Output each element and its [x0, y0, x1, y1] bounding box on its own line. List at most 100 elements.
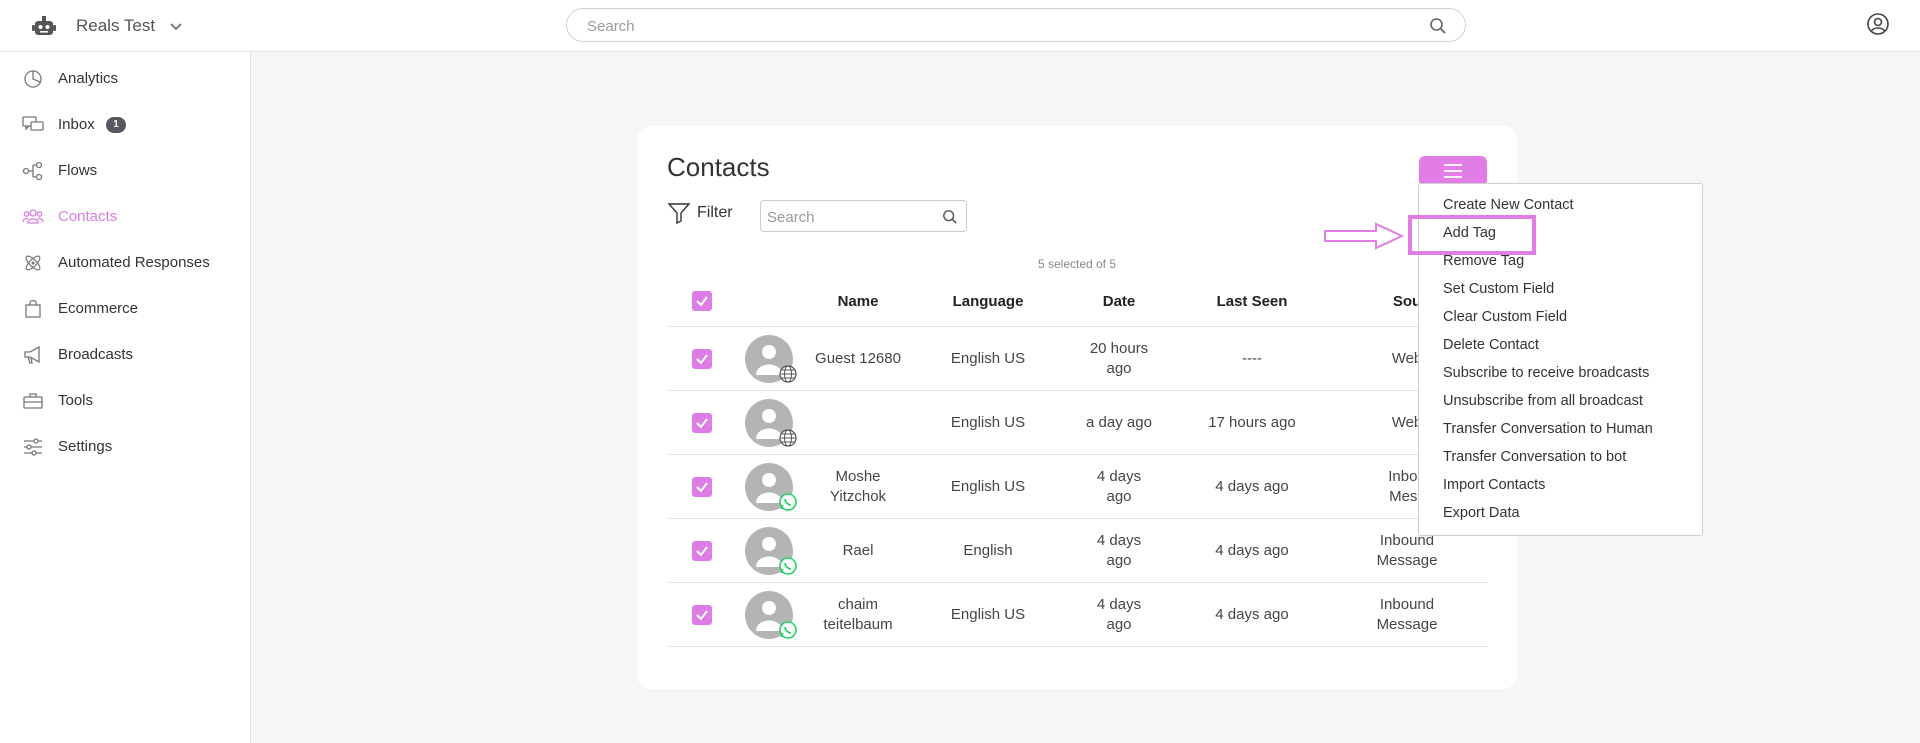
filter-button[interactable]: Filter [667, 200, 733, 226]
people-icon [22, 209, 44, 224]
checkmark-icon [696, 482, 708, 493]
table-row[interactable]: Moshe Yitzchok English US 4 days ago 4 day… [667, 455, 1487, 519]
contact-last-seen: 4 days ago [1215, 606, 1289, 623]
chevron-down-icon [170, 23, 182, 31]
contacts-search [760, 200, 967, 232]
contact-last-seen: 4 days ago [1215, 542, 1289, 559]
table-row[interactable]: Rael English 4 days ago 4 days ago Inboun… [667, 519, 1487, 583]
robot-icon [32, 16, 56, 35]
contact-language: English US [950, 606, 1026, 623]
global-search-input[interactable] [587, 15, 1407, 37]
row-checkbox[interactable] [692, 413, 712, 433]
workspace-switcher[interactable]: Reals Test [30, 10, 183, 42]
avatar [745, 335, 797, 383]
table-header-row: Name Language Date Last Seen Sou [667, 276, 1487, 327]
account-icon[interactable] [1866, 12, 1890, 36]
page-title: Contacts [667, 152, 770, 182]
sidebar-item-label: Automated Responses [58, 254, 210, 271]
menu-item-clear-custom-field[interactable]: Clear Custom Field [1443, 309, 1567, 325]
menu-item-transfer-to-human[interactable]: Transfer Conversation to Human [1443, 421, 1653, 437]
contact-name[interactable]: Rael [798, 541, 918, 561]
avatar [745, 399, 797, 447]
menu-item-unsubscribe-broadcasts[interactable]: Unsubscribe from all broadcast [1443, 393, 1643, 409]
table-row[interactable]: chaim teitelbaum English US 4 days ago 4 d… [667, 583, 1487, 647]
select-all-checkbox[interactable] [692, 291, 712, 311]
contact-language: English US [950, 414, 1026, 431]
contact-source: Inbound Message [1376, 596, 1438, 633]
sidebar-item-broadcasts[interactable]: Broadcasts [0, 333, 250, 377]
menu-item-remove-tag[interactable]: Remove Tag [1443, 253, 1524, 269]
atom-icon [25, 255, 41, 271]
sliders-icon [24, 438, 42, 456]
funnel-icon [667, 203, 691, 225]
actions-menu-button[interactable] [1419, 156, 1487, 186]
chat-bubbles-icon [22, 116, 44, 131]
row-checkbox[interactable] [692, 605, 712, 625]
contacts-card: Contacts Filter 5 selected of 5 Name Lan… [637, 126, 1517, 689]
contacts-search-input[interactable] [767, 207, 927, 227]
web-globe-icon [779, 365, 797, 383]
sidebar-item-ecommerce[interactable]: Ecommerce [0, 287, 250, 331]
column-header-date[interactable]: Date [1069, 293, 1169, 310]
row-checkbox[interactable] [692, 541, 712, 561]
web-globe-icon [779, 429, 797, 447]
menu-item-create-new-contact[interactable]: Create New Contact [1443, 197, 1574, 213]
menu-item-import-contacts[interactable]: Import Contacts [1443, 477, 1545, 493]
table-row[interactable]: Guest 12680 English US 20 hours ago ---- … [667, 327, 1487, 391]
sidebar-item-label: Flows [58, 162, 98, 179]
sidebar-item-label: Broadcasts [58, 346, 134, 363]
contact-name[interactable]: Guest 12680 [798, 349, 918, 369]
flow-nodes-icon [22, 161, 43, 181]
selection-count: 5 selected of 5 [1037, 257, 1117, 271]
checkmark-icon [696, 610, 708, 621]
contact-date: 4 days ago [1096, 596, 1142, 633]
contact-date: 20 hours ago [1089, 340, 1149, 377]
contact-last-seen: 4 days ago [1215, 478, 1289, 495]
contact-name[interactable]: Moshe Yitzchok [798, 467, 918, 507]
toolbox-icon [23, 393, 43, 409]
contact-language: English US [950, 350, 1026, 367]
menu-item-export-data[interactable]: Export Data [1443, 505, 1520, 521]
sidebar-item-analytics[interactable]: Analytics [0, 57, 250, 101]
sidebar-item-contacts[interactable]: Contacts [0, 195, 250, 239]
menu-item-delete-contact[interactable]: Delete Contact [1443, 337, 1539, 353]
checkmark-icon [696, 296, 708, 307]
row-checkbox[interactable] [692, 477, 712, 497]
contact-last-seen: 17 hours ago [1208, 414, 1296, 431]
whatsapp-icon [779, 621, 797, 639]
menu-item-subscribe-broadcasts[interactable]: Subscribe to receive broadcasts [1443, 365, 1649, 381]
sidebar-item-label: Settings [58, 438, 113, 455]
megaphone-icon [24, 345, 40, 364]
contact-date: 4 days ago [1096, 468, 1142, 505]
inbox-unread-badge: 1 [106, 117, 126, 133]
sidebar-item-flows[interactable]: Flows [0, 149, 250, 193]
sidebar-item-label: Ecommerce [58, 300, 139, 317]
search-icon[interactable] [942, 209, 958, 225]
contact-last-seen: ---- [1242, 350, 1262, 367]
row-checkbox[interactable] [692, 349, 712, 369]
avatar [745, 591, 797, 639]
contact-name[interactable]: chaim teitelbaum [798, 595, 918, 635]
sidebar-item-automated-responses[interactable]: Automated Responses [0, 241, 250, 285]
menu-item-set-custom-field[interactable]: Set Custom Field [1443, 281, 1554, 297]
column-header-name[interactable]: Name [808, 293, 908, 310]
filter-label: Filter [697, 204, 733, 221]
sidebar-item-inbox[interactable]: Inbox 1 [0, 103, 250, 147]
search-icon[interactable] [1429, 17, 1447, 35]
sidebar-item-tools[interactable]: Tools [0, 379, 250, 423]
sidebar-item-settings[interactable]: Settings [0, 425, 250, 469]
top-bar: Reals Test [0, 0, 1920, 52]
sidebar-item-label: Tools [58, 392, 94, 409]
hamburger-icon [1444, 164, 1462, 178]
shopping-bag-icon [25, 299, 41, 318]
sidebar-item-label: Inbox [58, 116, 95, 133]
sidebar: Analytics Inbox 1 Flows Contacts Automat… [0, 52, 251, 743]
pie-chart-icon [24, 70, 42, 88]
column-header-language[interactable]: Language [938, 293, 1038, 310]
column-header-last-seen[interactable]: Last Seen [1187, 293, 1317, 310]
table-row[interactable]: English US a day ago 17 hours ago Web [667, 391, 1487, 455]
whatsapp-icon [779, 557, 797, 575]
contact-date: 4 days ago [1096, 532, 1142, 569]
contact-date: a day ago [1086, 414, 1152, 431]
menu-item-transfer-to-bot[interactable]: Transfer Conversation to bot [1443, 449, 1626, 465]
